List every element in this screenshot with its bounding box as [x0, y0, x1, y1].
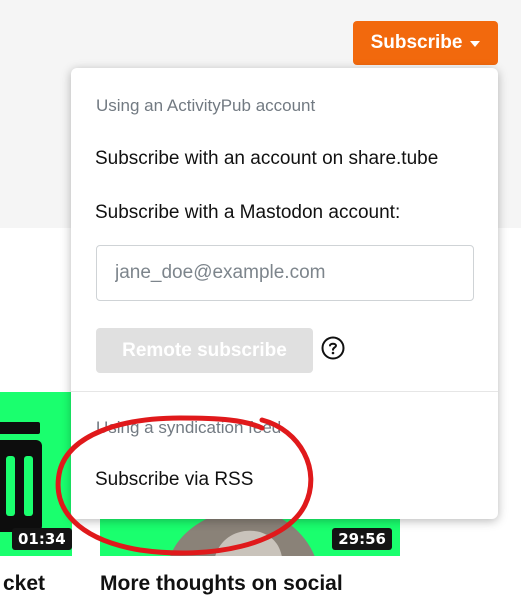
video-title[interactable]: More thoughts on social [100, 572, 343, 596]
section-divider [71, 391, 498, 392]
activitypub-section-header: Using an ActivityPub account [96, 96, 316, 115]
subscribe-via-rss-item[interactable]: Subscribe via RSS [95, 469, 253, 491]
remote-subscribe-button[interactable]: Remote subscribe [96, 328, 313, 373]
subscribe-with-account-item[interactable]: Subscribe with an account on share.tube [95, 148, 438, 170]
syndication-section-header: Using a syndication feed [96, 418, 282, 437]
video-duration-badge: 01:34 [12, 528, 72, 550]
video-thumbnail[interactable]: 01:34 [0, 392, 72, 556]
subscribe-button-label: Subscribe [370, 32, 463, 53]
video-title[interactable]: cket [3, 572, 45, 596]
mastodon-subscribe-label: Subscribe with a Mastodon account: [95, 202, 401, 223]
mastodon-account-input[interactable] [96, 245, 474, 301]
help-icon[interactable] [321, 336, 345, 360]
subscribe-button[interactable]: Subscribe [353, 21, 498, 65]
remote-subscribe-label: Remote subscribe [122, 339, 287, 361]
caret-down-icon [470, 41, 481, 47]
video-duration-badge: 29:56 [332, 528, 392, 550]
subscribe-dropdown-menu: Using an ActivityPub account Subscribe w… [71, 68, 498, 519]
